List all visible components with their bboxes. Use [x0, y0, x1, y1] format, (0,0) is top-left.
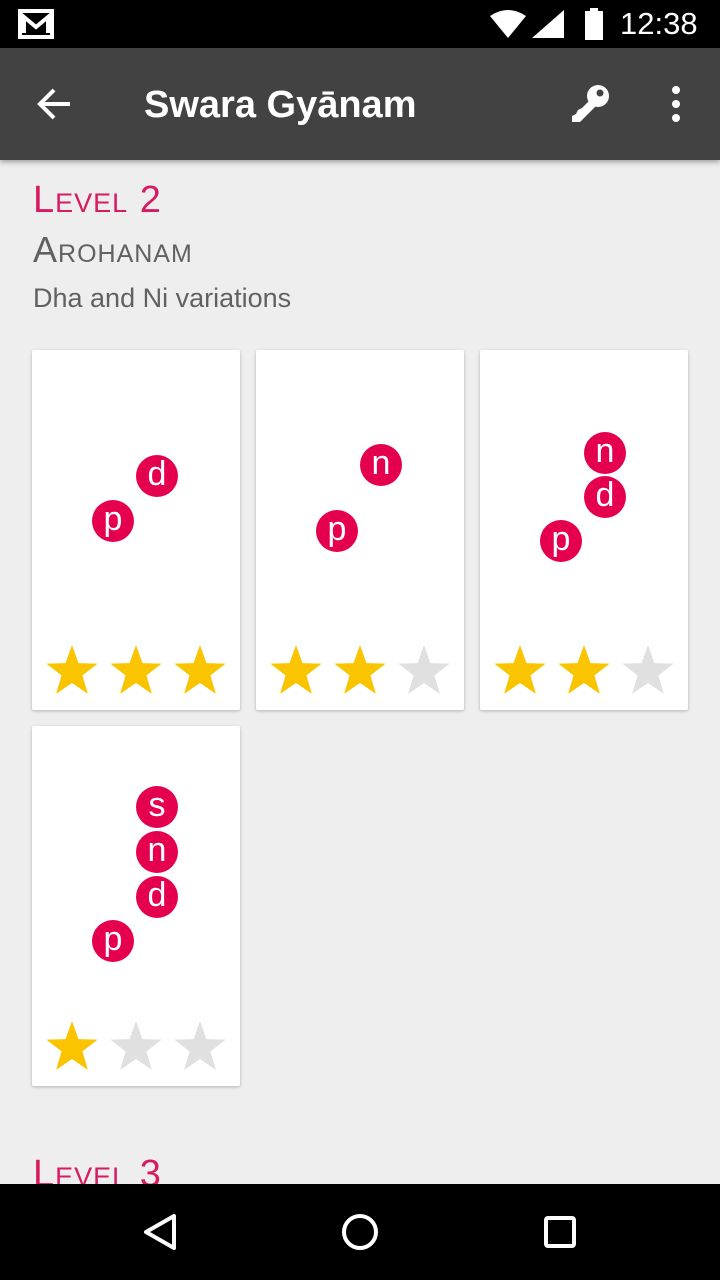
- star-filled-icon: [46, 1021, 98, 1070]
- app-title: Swara Gyānam: [144, 84, 417, 126]
- signal-icon: [532, 10, 564, 38]
- star-rating: [44, 642, 236, 698]
- star-filled-icon: [46, 645, 98, 694]
- star-rating: [268, 642, 460, 698]
- key-button[interactable]: [566, 80, 616, 128]
- note-bubble: s: [136, 786, 178, 828]
- levels-list[interactable]: Level 2 Arohanam Dha and Ni variations p…: [0, 160, 720, 1184]
- star-empty-icon: [110, 1021, 162, 1070]
- level-heading: Level 3: [33, 1153, 162, 1184]
- recents-square-icon: [544, 1216, 576, 1248]
- note-bubble: n: [136, 831, 178, 873]
- status-time: 12:38: [620, 6, 698, 41]
- star-rating: [492, 642, 684, 698]
- exercise-card[interactable]: p d: [32, 350, 240, 710]
- wifi-icon: [490, 10, 526, 38]
- nav-recents-button[interactable]: [536, 1208, 584, 1256]
- gmail-icon: [18, 9, 54, 39]
- back-button[interactable]: [24, 80, 72, 128]
- note-bubble: p: [540, 520, 582, 562]
- battery-icon: [585, 8, 603, 40]
- more-options-button[interactable]: [660, 80, 692, 128]
- exercise-card[interactable]: p d n: [480, 350, 688, 710]
- app-toolbar: Swara Gyānam: [0, 48, 720, 160]
- star-filled-icon: [334, 645, 386, 694]
- section-heading: Arohanam: [33, 229, 193, 270]
- note-bubble: p: [92, 920, 134, 962]
- note-bubble: d: [136, 455, 178, 497]
- exercise-card[interactable]: p n: [256, 350, 464, 710]
- nav-back-button[interactable]: [136, 1208, 184, 1256]
- star-filled-icon: [494, 645, 546, 694]
- star-filled-icon: [270, 645, 322, 694]
- key-icon: [572, 85, 609, 122]
- status-bar: 12:38: [0, 0, 720, 48]
- system-nav-bar: [0, 1184, 720, 1280]
- more-vert-icon: [672, 86, 680, 122]
- star-filled-icon: [558, 645, 610, 694]
- level-subtitle: Dha and Ni variations: [33, 283, 292, 313]
- note-bubble: p: [316, 510, 358, 552]
- note-bubble: p: [92, 500, 134, 542]
- star-filled-icon: [174, 645, 226, 694]
- star-empty-icon: [622, 645, 674, 694]
- level-heading: Level 2: [33, 179, 162, 221]
- star-empty-icon: [398, 645, 450, 694]
- back-arrow-icon: [37, 88, 70, 120]
- note-bubble: n: [360, 444, 402, 486]
- exercise-card[interactable]: p d n s: [32, 726, 240, 1086]
- note-bubble: d: [584, 476, 626, 518]
- star-empty-icon: [174, 1021, 226, 1070]
- note-bubble: d: [136, 876, 178, 918]
- note-bubble: n: [584, 432, 626, 474]
- back-triangle-icon: [144, 1214, 176, 1250]
- star-filled-icon: [110, 645, 162, 694]
- nav-home-button[interactable]: [336, 1208, 384, 1256]
- home-circle-icon: [342, 1214, 378, 1250]
- star-rating: [44, 1018, 236, 1074]
